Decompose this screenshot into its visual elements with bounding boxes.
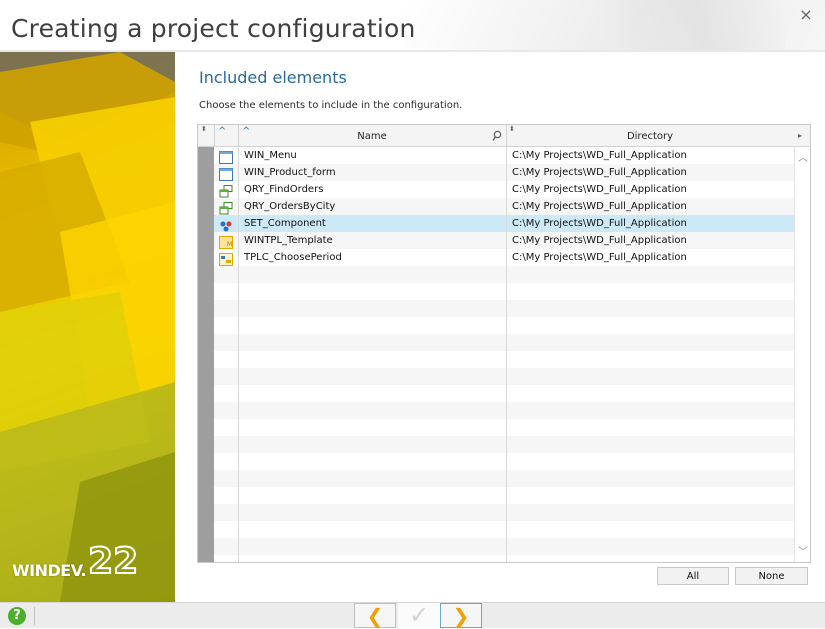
- element-name: QRY_FindOrders: [244, 184, 324, 195]
- table-body: WIN_Menu C:\My Projects\WD_Full_Applicati…: [198, 147, 794, 562]
- table-row: [198, 504, 794, 521]
- svg-text:M: M: [227, 241, 232, 248]
- window-icon: [219, 166, 233, 181]
- table-row[interactable]: ✓SET_ComponentC:\My Projects\WD_Full_App…: [198, 214, 794, 232]
- row-selector-strip[interactable]: [198, 147, 214, 562]
- vertical-scrollbar[interactable]: ︿ ﹀: [794, 147, 810, 562]
- main-content: Included elements Choose the elements to…: [175, 52, 825, 602]
- table-row: [198, 521, 794, 538]
- element-directory: C:\My Projects\WD_Full_Application: [512, 218, 687, 229]
- select-none-button[interactable]: None: [735, 567, 808, 585]
- table-row: [198, 317, 794, 334]
- logo-version: 22: [87, 541, 139, 582]
- table-row[interactable]: QRY_OrdersByCity C:\My Projects\WD_Full_A…: [198, 198, 794, 215]
- element-directory: C:\My Projects\WD_Full_Application: [512, 150, 687, 161]
- close-button[interactable]: ×: [797, 6, 815, 24]
- search-icon[interactable]: [492, 130, 502, 142]
- table-row: [198, 487, 794, 504]
- check-icon: ✓: [408, 601, 430, 629]
- table-row[interactable]: ✓QRY_FindOrdersC:\My Projects\WD_Full_Ap…: [198, 180, 794, 198]
- element-name: QRY_OrdersByCity: [244, 201, 336, 212]
- chevron-down-icon[interactable]: ﹀: [798, 543, 808, 558]
- select-column-header[interactable]: ⬍: [198, 125, 215, 146]
- column-divider: [506, 147, 507, 562]
- logo-text: WINDEV.: [12, 561, 87, 580]
- query-icon: [219, 200, 233, 215]
- brand-panel-art: [0, 52, 175, 602]
- chevron-left-icon: ❮: [366, 604, 384, 628]
- column-divider: [238, 147, 239, 562]
- table-row: [198, 385, 794, 402]
- directory-column-header[interactable]: ⬍ Directory: [506, 125, 794, 146]
- table-header: ⬍ ^ ^ Name ⬍ Directory ▸: [198, 125, 810, 147]
- element-name: WIN_Product_form: [244, 167, 336, 178]
- table-row: [198, 419, 794, 436]
- section-title: Included elements: [199, 68, 347, 87]
- query-icon: [219, 183, 233, 198]
- elements-table[interactable]: ⬍ ^ ^ Name ⬍ Directory ▸ WIN_MenuC:\My: [197, 124, 811, 563]
- table-row: [198, 538, 794, 555]
- directory-column-label: Directory: [626, 131, 674, 142]
- name-column-label: Name: [357, 131, 387, 142]
- table-row: [198, 453, 794, 470]
- windev-logo: WINDEV. 22: [12, 541, 139, 582]
- table-row: [198, 300, 794, 317]
- element-directory: C:\My Projects\WD_Full_Application: [512, 252, 687, 263]
- name-column-header[interactable]: ^ Name: [238, 125, 507, 146]
- select-all-button[interactable]: All: [657, 567, 729, 585]
- table-row: [198, 351, 794, 368]
- help-icon[interactable]: ?: [8, 607, 26, 625]
- finish-button[interactable]: ✓: [398, 603, 440, 628]
- template-icon: M: [219, 234, 233, 249]
- sort-icon: ⬍: [201, 125, 207, 133]
- table-row[interactable]: M WINTPL_Template C:\My Projects\WD_Full_A…: [198, 232, 794, 249]
- chevron-right-icon: ▸: [798, 131, 803, 140]
- table-row: [198, 334, 794, 351]
- table-row[interactable]: WIN_Menu C:\My Projects\WD_Full_Applicati…: [198, 147, 794, 164]
- element-directory: C:\My Projects\WD_Full_Application: [512, 167, 687, 178]
- chevron-right-icon: ❯: [452, 604, 470, 628]
- window-title: Creating a project configuration: [11, 14, 416, 43]
- component-icon: [219, 217, 233, 232]
- element-name: TPLC_ChoosePeriod: [244, 252, 342, 263]
- table-row: [198, 436, 794, 453]
- brand-panel: WINDEV. 22: [0, 52, 175, 602]
- table-row: [198, 470, 794, 487]
- element-name: WINTPL_Template: [244, 235, 333, 246]
- table-row: [198, 402, 794, 419]
- element-name: SET_Component: [244, 218, 326, 229]
- table-row: [198, 555, 794, 562]
- table-row: [198, 368, 794, 385]
- instructions-text: Choose the elements to include in the co…: [199, 100, 463, 111]
- next-button[interactable]: ❯: [440, 603, 482, 628]
- element-directory: C:\My Projects\WD_Full_Application: [512, 235, 687, 246]
- element-directory: C:\My Projects\WD_Full_Application: [512, 184, 687, 195]
- table-row: [198, 283, 794, 300]
- element-name: WIN_Menu: [244, 150, 297, 161]
- element-directory: C:\My Projects\WD_Full_Application: [512, 201, 687, 212]
- caret-up-icon: ^: [218, 126, 227, 137]
- divider: [34, 607, 35, 625]
- previous-button[interactable]: ❮: [354, 603, 396, 628]
- table-row[interactable]: WIN_Product_form C:\My Projects\WD_Full_A…: [198, 164, 794, 181]
- table-row[interactable]: TPLC_ChoosePeriod C:\My Projects\WD_Full_…: [198, 249, 794, 266]
- title-bar: Creating a project configuration ×: [0, 0, 825, 52]
- check-column-header[interactable]: ^: [214, 125, 239, 146]
- control-template-icon: [219, 251, 233, 266]
- column-menu[interactable]: ▸: [794, 125, 810, 146]
- chevron-up-icon[interactable]: ︿: [798, 149, 808, 164]
- table-row: [198, 266, 794, 283]
- title-decoration-2: [565, 0, 785, 52]
- bottom-bar: ? ❮ ✓ ❯: [0, 602, 825, 628]
- window-icon: [219, 149, 233, 164]
